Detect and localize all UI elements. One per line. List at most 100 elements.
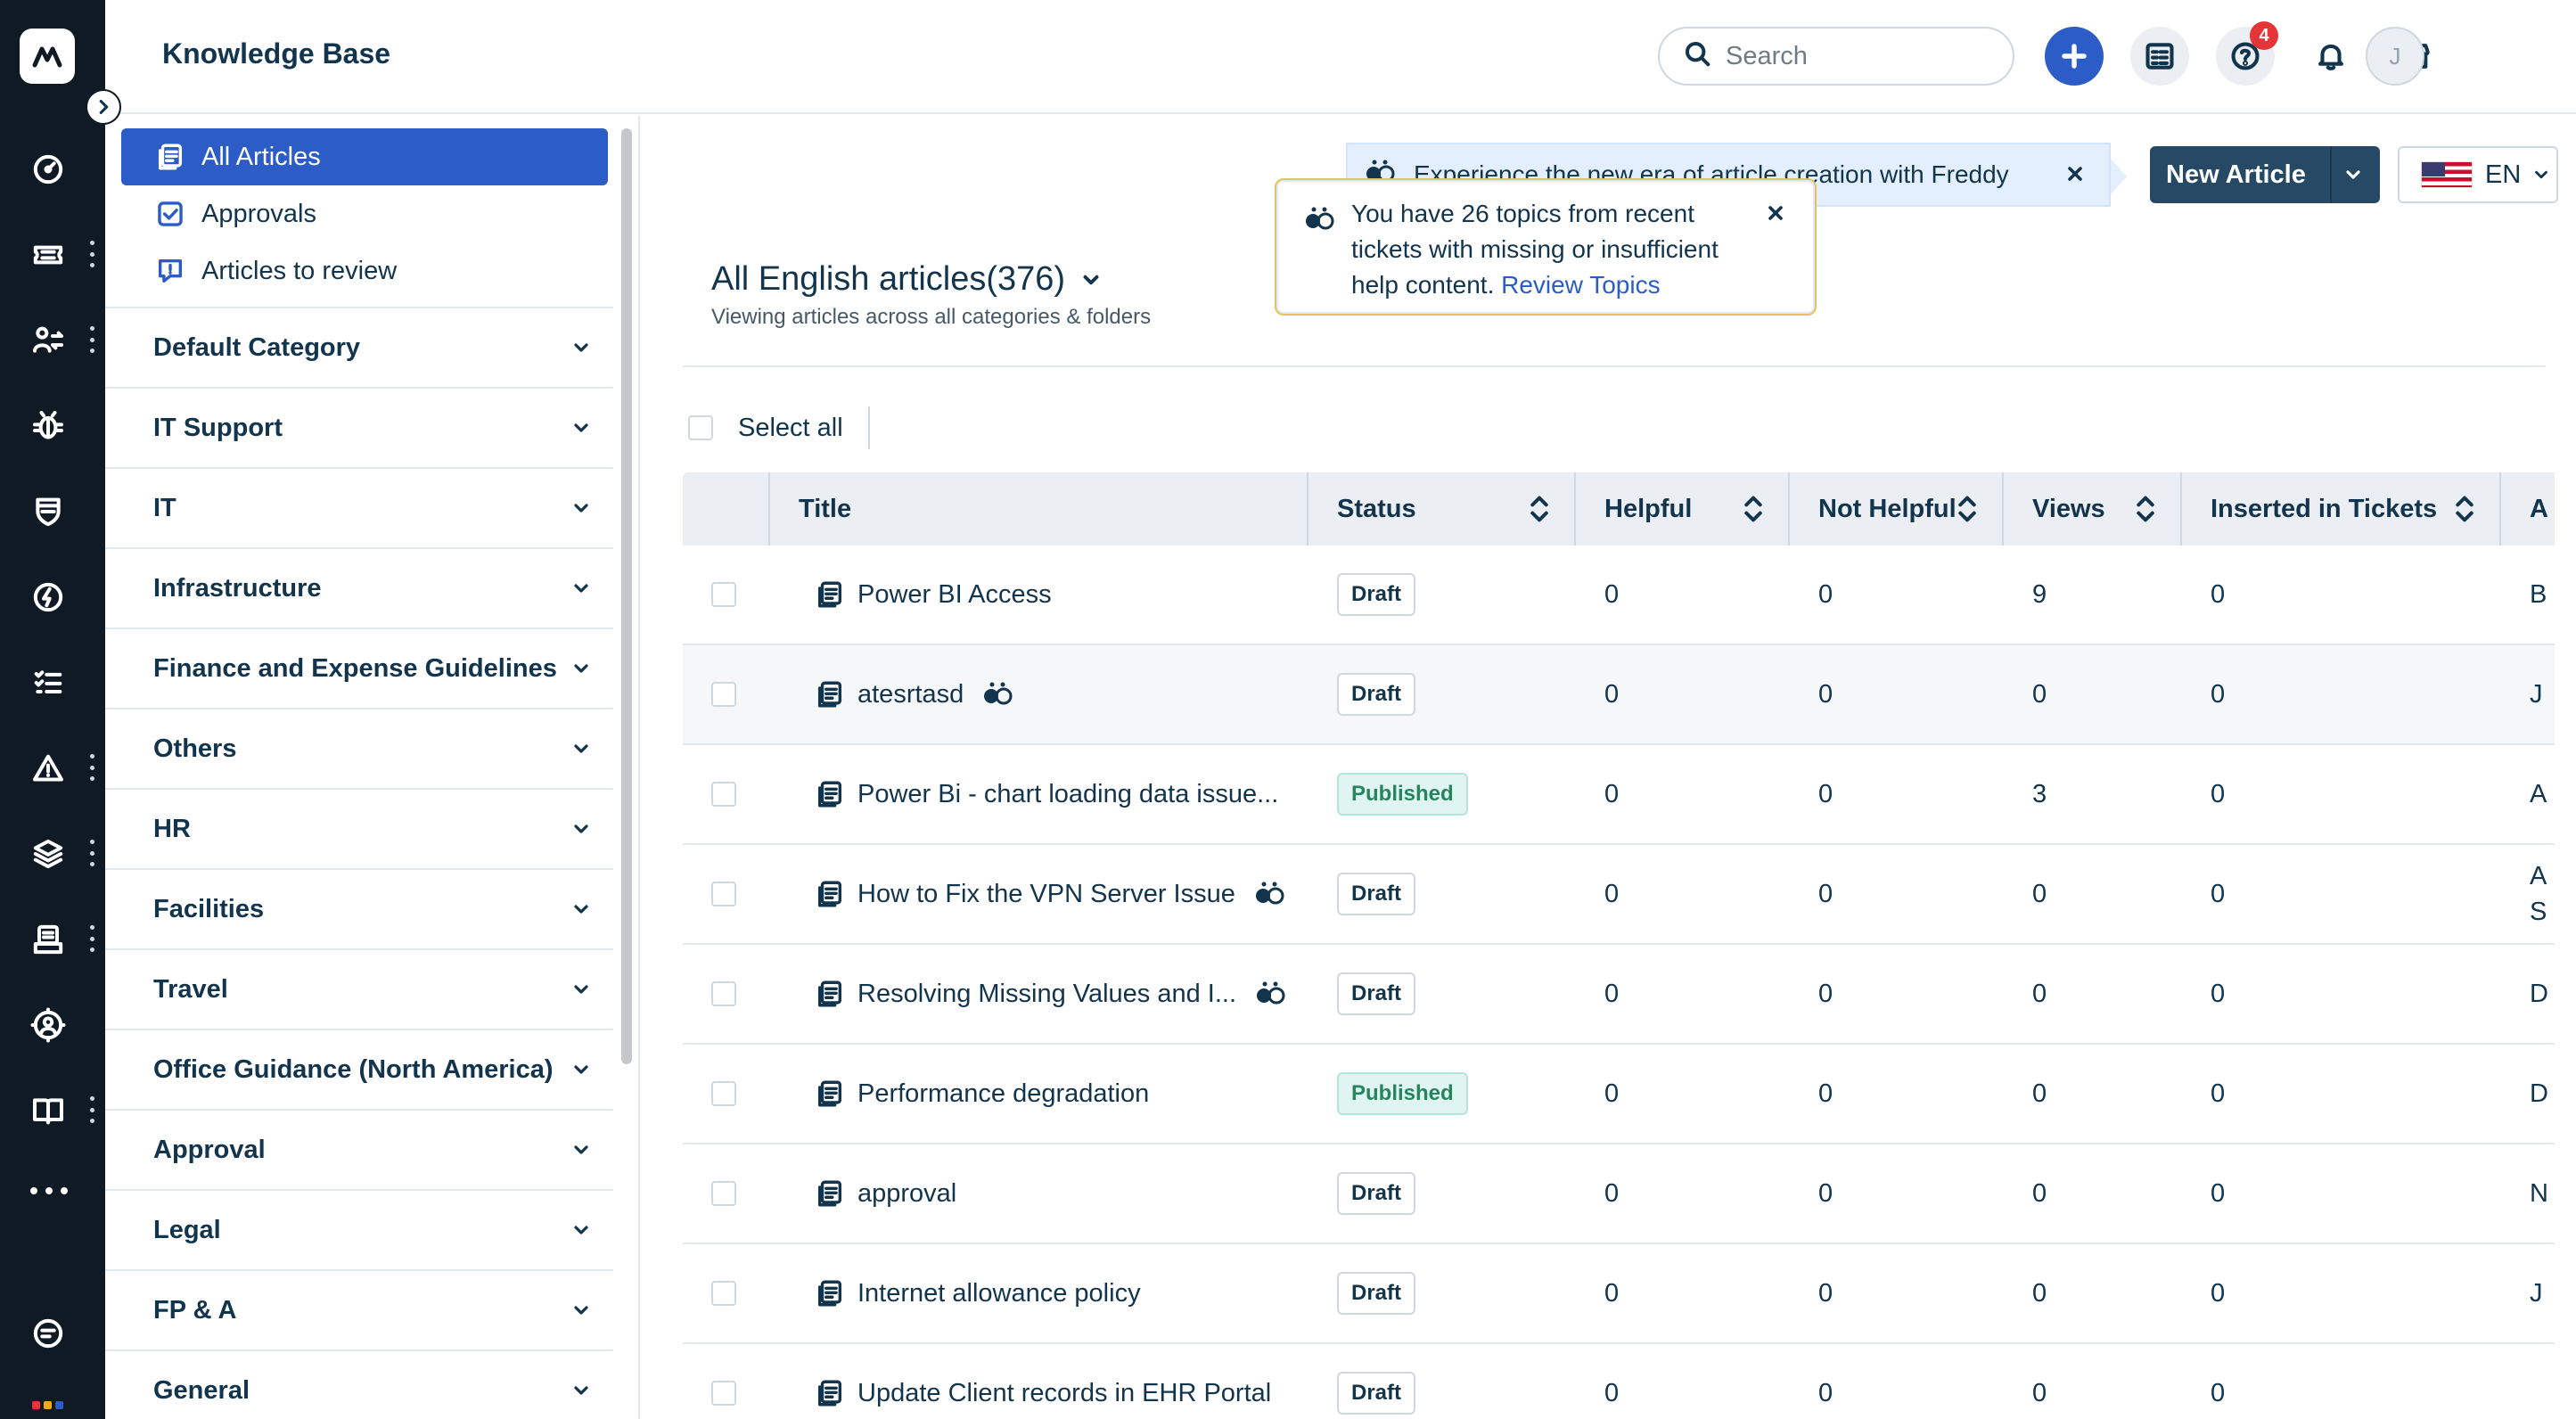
chevron-down-icon[interactable] (570, 818, 592, 840)
chevron-down-icon[interactable] (570, 417, 592, 439)
column-header-inserted[interactable]: Inserted in Tickets (2182, 472, 2501, 545)
select-all-checkbox[interactable] (688, 415, 713, 440)
article-title-link[interactable]: Performance degradation (857, 1079, 1149, 1109)
chevron-down-icon[interactable] (570, 658, 592, 679)
row-checkbox[interactable] (711, 981, 736, 1006)
table-row[interactable]: Power Bi - chart loading data issue... Pu… (683, 745, 2555, 845)
row-checkbox[interactable] (711, 882, 736, 906)
chevron-down-icon[interactable] (570, 1059, 592, 1080)
problems-icon[interactable] (21, 399, 75, 453)
language-selector[interactable]: EN (2398, 146, 2558, 203)
help-button[interactable]: 4 (2216, 21, 2278, 86)
category-item[interactable]: Approval (105, 1111, 613, 1191)
row-checkbox[interactable] (711, 782, 736, 807)
chevron-down-icon[interactable] (570, 1139, 592, 1161)
category-item[interactable]: Infrastructure (105, 549, 613, 629)
article-title-link[interactable]: Update Client records in EHR Portal (857, 1379, 1271, 1408)
projects-icon[interactable] (21, 827, 75, 881)
chevron-down-icon[interactable] (570, 337, 592, 358)
catalog-button[interactable] (2130, 27, 2189, 86)
notifications-button[interactable] (2301, 27, 2360, 86)
category-item[interactable]: Office Guidance (North America) (105, 1030, 613, 1111)
avatar[interactable]: J (2366, 27, 2424, 86)
article-title-link[interactable]: atesrtasd (857, 680, 964, 710)
kebab-menu-icon[interactable] (87, 754, 96, 781)
chevron-down-icon[interactable] (570, 738, 592, 759)
scrollbar-thumb[interactable] (621, 128, 632, 1064)
close-icon[interactable] (2064, 162, 2089, 187)
row-checkbox[interactable] (711, 1181, 736, 1206)
category-item[interactable]: HR (105, 790, 613, 870)
chevron-down-icon[interactable] (570, 497, 592, 519)
article-list-dropdown[interactable]: All English articles(376) (711, 260, 1103, 299)
releases-icon[interactable] (21, 570, 75, 624)
close-icon[interactable] (1765, 198, 1788, 221)
table-row[interactable]: How to Fix the VPN Server Issue Draft 0 0 0 0… (683, 845, 2555, 945)
table-row[interactable]: Performance degradation Published 0 0 0 0 D (683, 1045, 2555, 1144)
kebab-menu-icon[interactable] (87, 840, 96, 866)
table-row[interactable]: approval Draft 0 0 0 0 N (683, 1144, 2555, 1244)
kebab-menu-icon[interactable] (87, 326, 96, 353)
article-title-link[interactable]: Resolving Missing Values and I... (857, 980, 1236, 1009)
article-title-link[interactable]: How to Fix the VPN Server Issue (857, 880, 1235, 909)
table-row[interactable]: atesrtasd Draft 0 0 0 0 J (683, 645, 2555, 745)
category-item[interactable]: Finance and Expense Guidelines (105, 629, 613, 710)
review-topics-link[interactable]: Review Topics (1501, 271, 1660, 299)
chevron-down-icon[interactable] (2342, 164, 2364, 185)
select-all[interactable]: Select all (688, 406, 870, 449)
chat-icon[interactable] (21, 1307, 75, 1360)
row-checkbox[interactable] (711, 1081, 736, 1106)
search-input[interactable] (1726, 41, 1993, 71)
admin-icon[interactable] (21, 998, 75, 1052)
chevron-down-icon[interactable] (570, 898, 592, 920)
chevron-down-icon[interactable] (570, 979, 592, 1000)
column-header-not-helpful[interactable]: Not Helpful (1790, 472, 2004, 545)
category-item[interactable]: General (105, 1351, 613, 1419)
search-box[interactable] (1658, 27, 2014, 86)
category-item[interactable]: Legal (105, 1191, 613, 1271)
sidebar-item-approvals[interactable]: Approvals (121, 185, 608, 242)
article-title-link[interactable]: Power BI Access (857, 580, 1052, 610)
column-header-helpful[interactable]: Helpful (1576, 472, 1790, 545)
article-title-link[interactable]: Power Bi - chart loading data issue... (857, 780, 1278, 809)
kebab-menu-icon[interactable] (87, 1096, 96, 1123)
alerts-icon[interactable] (21, 742, 75, 795)
sidebar-item-all-articles[interactable]: All Articles (121, 128, 608, 185)
column-header-status[interactable]: Status (1309, 472, 1576, 545)
solutions-icon[interactable] (21, 1084, 75, 1137)
dashboard-icon[interactable] (21, 143, 75, 196)
category-item[interactable]: Facilities (105, 870, 613, 950)
new-article-button[interactable]: New Article (2150, 146, 2380, 203)
row-checkbox[interactable] (711, 682, 736, 707)
table-row[interactable]: Internet allowance policy Draft 0 0 0 0 J (683, 1244, 2555, 1344)
category-item[interactable]: Travel (105, 950, 613, 1030)
table-row[interactable]: Power BI Access Draft 0 0 9 0 B (683, 545, 2555, 645)
expand-rail-button[interactable] (86, 89, 121, 125)
chevron-down-icon[interactable] (570, 1219, 592, 1241)
chevron-down-icon[interactable] (570, 1380, 592, 1401)
article-title-link[interactable]: Internet allowance policy (857, 1279, 1141, 1308)
column-header-author[interactable]: A (2501, 472, 2555, 545)
app-logo-icon[interactable] (20, 29, 75, 84)
sidebar-item-articles-to-review[interactable]: Articles to review (121, 242, 608, 299)
table-row[interactable]: Update Client records in EHR Portal Draft… (683, 1344, 2555, 1419)
tasks-icon[interactable] (21, 656, 75, 710)
row-checkbox[interactable] (711, 1381, 736, 1406)
article-title-link[interactable]: approval (857, 1179, 956, 1209)
category-item[interactable]: IT Support (105, 389, 613, 469)
category-item[interactable]: IT (105, 469, 613, 549)
chevron-down-icon[interactable] (570, 578, 592, 599)
tickets-icon[interactable] (21, 228, 75, 282)
changes-icon[interactable] (21, 314, 75, 367)
sidebar-scrollbar[interactable] (617, 121, 635, 1414)
more-icon[interactable] (30, 1185, 68, 1196)
kebab-menu-icon[interactable] (87, 241, 96, 267)
row-checkbox[interactable] (711, 582, 736, 607)
column-header-views[interactable]: Views (2004, 472, 2182, 545)
chevron-down-icon[interactable] (570, 1300, 592, 1321)
category-item[interactable]: Default Category (105, 308, 613, 389)
reports-icon[interactable] (21, 913, 75, 966)
create-new-button[interactable] (2045, 27, 2104, 86)
kebab-menu-icon[interactable] (87, 925, 96, 952)
assets-icon[interactable] (21, 485, 75, 538)
